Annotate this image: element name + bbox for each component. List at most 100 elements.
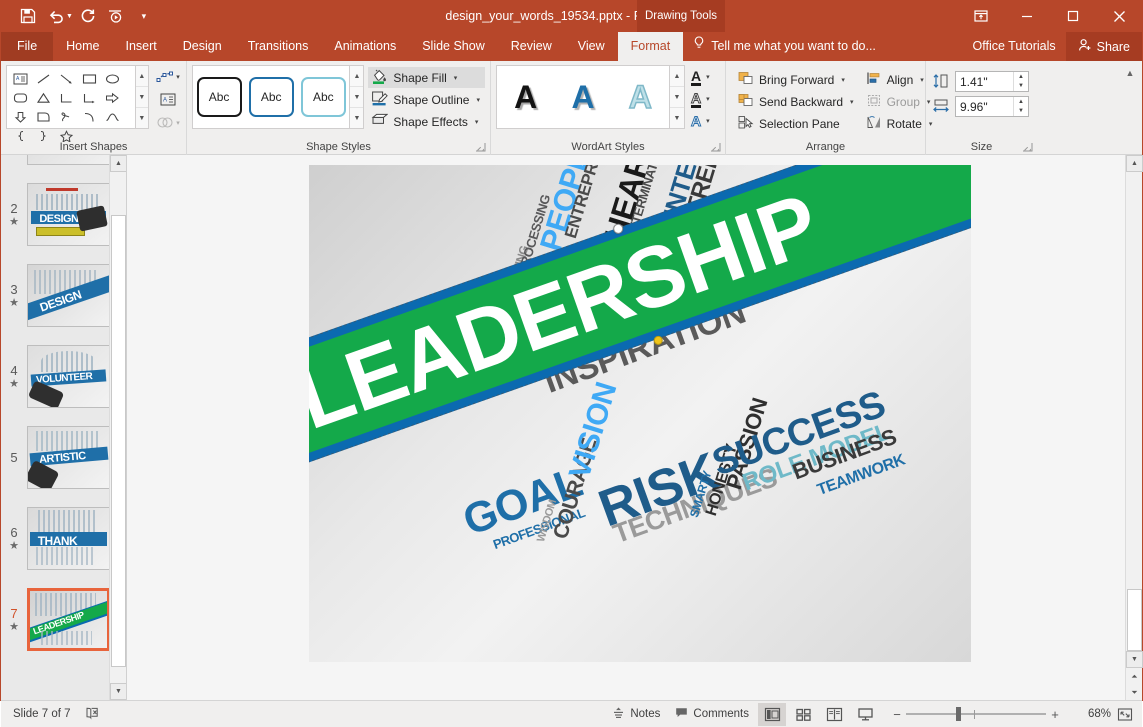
chevron-down-icon[interactable]: ▾ bbox=[454, 74, 458, 82]
gallery-more-icon[interactable]: ▼ bbox=[350, 107, 363, 128]
gallery-scroll-up-icon[interactable]: ▲ bbox=[350, 66, 363, 86]
canvas-scrollbar[interactable]: ▲ ▼ ⏶ ⏷ bbox=[1125, 155, 1142, 700]
office-tutorials-link[interactable]: Office Tutorials bbox=[963, 32, 1066, 61]
shape-styles-scroll[interactable]: ▲ ▼ ▼ bbox=[350, 65, 364, 129]
wordart-preset-2[interactable]: A bbox=[571, 81, 594, 113]
tell-me-search[interactable]: Tell me what you want to do... bbox=[683, 32, 886, 61]
fit-slide-icon[interactable] bbox=[1114, 704, 1136, 724]
shape-height-spinner[interactable]: ▲ ▼ bbox=[955, 71, 1029, 92]
thumbnail-slide-3[interactable]: 3 ★ DESIGN bbox=[1, 255, 126, 336]
shape-style-preset-2[interactable]: Abc bbox=[249, 77, 294, 117]
undo-dropdown-icon[interactable]: ▼ bbox=[66, 13, 73, 20]
zoom-knob[interactable] bbox=[956, 707, 961, 721]
redo-icon[interactable] bbox=[75, 4, 101, 28]
chevron-down-icon[interactable]: ▾ bbox=[920, 76, 924, 84]
text-effects-button[interactable]: A ▾ bbox=[689, 111, 712, 131]
thumbnail-image[interactable] bbox=[27, 155, 110, 165]
selection-pane-button[interactable]: Selection Pane bbox=[735, 113, 859, 134]
shape-styles-gallery[interactable]: Abc Abc Abc bbox=[192, 65, 350, 129]
shapes-gallery-scroll[interactable]: ▲ ▼ ▼ bbox=[136, 65, 149, 129]
previous-slide-button[interactable]: ⏶ bbox=[1127, 669, 1142, 685]
bring-forward-button[interactable]: Bring Forward ▾ bbox=[735, 69, 859, 90]
thumbnail-image[interactable]: VOLUNTEER bbox=[27, 345, 110, 408]
arc-icon[interactable] bbox=[78, 107, 101, 126]
thumbnail-image[interactable]: DESIGN bbox=[27, 183, 110, 246]
zoom-slider[interactable]: − + bbox=[888, 705, 1064, 723]
thumbnail-image[interactable]: THANK bbox=[27, 507, 110, 570]
chevron-down-icon[interactable]: ▾ bbox=[850, 98, 854, 106]
curve-icon[interactable] bbox=[101, 107, 124, 126]
tab-view[interactable]: View bbox=[565, 32, 618, 61]
elbow-connector-icon[interactable] bbox=[55, 88, 78, 107]
restore-icon[interactable] bbox=[1050, 0, 1096, 32]
gallery-more-icon[interactable]: ▼ bbox=[670, 107, 684, 128]
zoom-track[interactable] bbox=[906, 707, 1046, 721]
line-arrow-icon[interactable] bbox=[55, 69, 78, 88]
shape-width-input[interactable] bbox=[956, 97, 1013, 116]
slideshow-icon[interactable] bbox=[103, 4, 129, 28]
chevron-down-icon[interactable]: ▾ bbox=[841, 76, 845, 84]
elbow-arrow-connector-icon[interactable] bbox=[78, 88, 101, 107]
gallery-scroll-up-icon[interactable]: ▲ bbox=[670, 66, 684, 86]
triangle-icon[interactable] bbox=[32, 88, 55, 107]
thumbnail-image[interactable]: DESIGN bbox=[27, 264, 110, 327]
rounded-rectangle-icon[interactable] bbox=[9, 88, 32, 107]
chevron-down-icon[interactable]: ▾ bbox=[706, 117, 710, 125]
shape-styles-dialog-launcher[interactable] bbox=[475, 142, 486, 153]
shape-width-stepper[interactable]: ▲ ▼ bbox=[1013, 97, 1028, 116]
zoom-level-label[interactable]: 68% bbox=[1073, 708, 1111, 720]
chevron-down-icon[interactable]: ▾ bbox=[476, 96, 480, 104]
thumbnail-slide-2[interactable]: 2 ★ DESIGN bbox=[1, 174, 126, 255]
send-backward-button[interactable]: Send Backward ▾ bbox=[735, 91, 859, 112]
thumbnail-slide-1[interactable]: 1 ★ bbox=[1, 155, 126, 174]
spell-check-icon[interactable] bbox=[85, 706, 100, 723]
thumbnail-image[interactable]: ARTISTIC bbox=[27, 426, 110, 489]
slide-editing-surface[interactable]: COMMITMENTBUSINESSRESPONSIBILITYMEETINGP… bbox=[309, 165, 971, 662]
edit-shape-icon[interactable]: ▾ bbox=[155, 66, 181, 87]
tab-file[interactable]: File bbox=[1, 32, 53, 61]
stepper-up-icon[interactable]: ▲ bbox=[1014, 97, 1028, 107]
gallery-more-icon[interactable]: ▼ bbox=[136, 107, 148, 128]
stepper-down-icon[interactable]: ▼ bbox=[1014, 107, 1028, 117]
text-outline-button[interactable]: A ▾ bbox=[689, 89, 712, 109]
wordart-dialog-launcher[interactable] bbox=[710, 142, 721, 153]
close-icon[interactable] bbox=[1096, 0, 1142, 32]
slide-sorter-icon[interactable] bbox=[789, 703, 817, 726]
thumbnail-image[interactable]: LEADERSHIP bbox=[27, 588, 110, 651]
next-slide-button[interactable]: ⏷ bbox=[1127, 685, 1142, 701]
minimize-icon[interactable] bbox=[1004, 0, 1050, 32]
stepper-up-icon[interactable]: ▲ bbox=[1014, 72, 1028, 82]
thumbnail-slide-5[interactable]: 5 ARTISTIC bbox=[1, 417, 126, 498]
canvas-scroll-thumb[interactable] bbox=[1127, 589, 1142, 651]
shape-style-preset-1[interactable]: Abc bbox=[197, 77, 242, 117]
right-arrow-icon[interactable] bbox=[101, 88, 124, 107]
tab-slide-show[interactable]: Slide Show bbox=[409, 32, 498, 61]
shapes-gallery[interactable]: A bbox=[6, 65, 136, 129]
chevron-down-icon[interactable]: ▾ bbox=[706, 73, 710, 81]
thumbnail-pane-scrollbar[interactable]: ▲ ▼ bbox=[109, 155, 126, 700]
shape-style-preset-3[interactable]: Abc bbox=[301, 77, 346, 117]
thumbnail-scroll-up-icon[interactable]: ▲ bbox=[110, 155, 127, 172]
shape-fill-button[interactable]: Shape Fill ▾ bbox=[368, 67, 485, 88]
merge-shapes-icon[interactable]: ▾ bbox=[155, 112, 181, 133]
text-fill-button[interactable]: A ▾ bbox=[689, 67, 712, 87]
thumbnail-slide-4[interactable]: 4 ★ VOLUNTEER bbox=[1, 336, 126, 417]
thumbnail-slide-7[interactable]: 7 ★ LEADERSHIP bbox=[1, 579, 126, 660]
chevron-down-icon[interactable]: ▾ bbox=[475, 118, 479, 126]
notes-button[interactable]: Notes bbox=[606, 704, 666, 724]
gallery-scroll-down-icon[interactable]: ▼ bbox=[670, 86, 684, 107]
zoom-in-button[interactable]: + bbox=[1046, 705, 1064, 723]
oval-icon[interactable] bbox=[101, 69, 124, 88]
tab-format[interactable]: Format bbox=[618, 32, 684, 61]
zoom-out-button[interactable]: − bbox=[888, 705, 906, 723]
slide-thumbnail-pane[interactable]: 1 ★ 2 ★ bbox=[1, 155, 127, 700]
reading-view-icon[interactable] bbox=[820, 703, 848, 726]
shape-effects-button[interactable]: Shape Effects ▾ bbox=[368, 111, 485, 132]
save-icon[interactable] bbox=[15, 4, 41, 28]
wordart-gallery-scroll[interactable]: ▲ ▼ ▼ bbox=[670, 65, 685, 129]
thumbnail-scroll-down-icon[interactable]: ▼ bbox=[110, 683, 127, 700]
collapse-ribbon-icon[interactable]: ▲ bbox=[1122, 65, 1138, 81]
chevron-down-icon[interactable]: ▾ bbox=[706, 95, 710, 103]
wordart-gallery[interactable]: A A A bbox=[496, 65, 670, 129]
tab-home[interactable]: Home bbox=[53, 32, 112, 61]
